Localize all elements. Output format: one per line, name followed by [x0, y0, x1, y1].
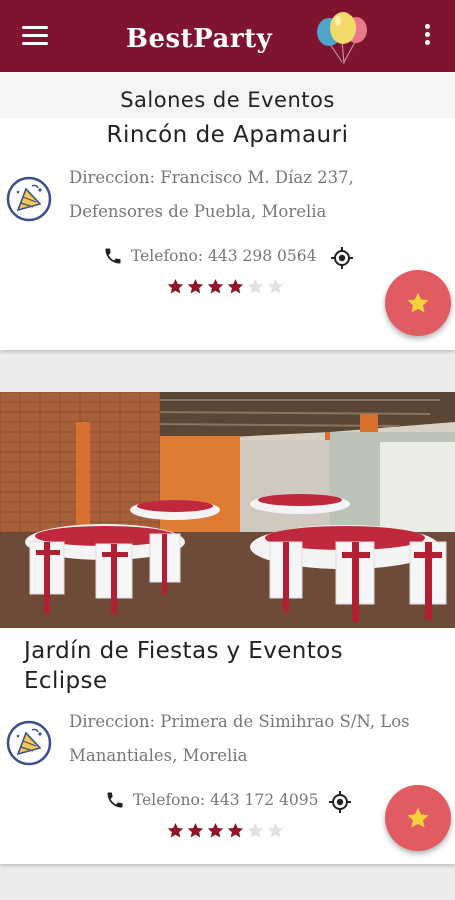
venue-name: Rincón de Apamauri [106, 122, 349, 148]
venue-phone: Telefono: 443 298 0564 [131, 247, 317, 265]
balloons-icon [317, 12, 367, 65]
venue-photo [0, 392, 455, 628]
star-filled-icon [167, 278, 184, 294]
star-filled-icon [187, 822, 204, 838]
star-filled-icon [207, 278, 224, 294]
star-empty-icon [247, 278, 264, 294]
phone-icon [105, 248, 121, 264]
star-filled-icon [187, 278, 204, 294]
venue-phone: Telefono: 443 172 4095 [133, 791, 319, 809]
page-title: Salones de Eventos [120, 88, 335, 112]
menu-icon[interactable] [22, 26, 48, 46]
favorite-button[interactable] [385, 785, 451, 851]
star-icon [407, 807, 429, 828]
star-empty-icon [267, 822, 284, 838]
phone-icon [107, 792, 123, 808]
app-title: BestParty [126, 24, 273, 54]
star-filled-icon [167, 822, 184, 838]
star-filled-icon [227, 822, 244, 838]
phone-row[interactable]: Telefono: 443 298 0564 [103, 246, 316, 266]
party-hall-icon [6, 176, 52, 222]
venue-address: Direccion: Primera de Simihrao S/N, Los … [69, 712, 410, 765]
venue-address: Direccion: Francisco M. Díaz 237, Defens… [69, 168, 354, 221]
star-filled-icon [227, 278, 244, 294]
more-vert-icon[interactable] [420, 24, 434, 50]
app-bar: BestParty [0, 0, 455, 72]
venue-card[interactable]: Jardín de Fiestas y Eventos Eclipse Dire… [0, 392, 455, 864]
star-icon [407, 292, 429, 313]
venue-name: Jardín de Fiestas y Eventos Eclipse [24, 638, 344, 694]
star-empty-icon [247, 822, 264, 838]
star-empty-icon [267, 278, 284, 294]
my-location-icon[interactable] [330, 246, 354, 270]
party-hall-icon [6, 720, 52, 766]
my-location-icon[interactable] [328, 790, 352, 814]
star-filled-icon [207, 822, 224, 838]
favorite-button[interactable] [385, 270, 451, 336]
phone-row[interactable]: Telefono: 443 172 4095 [105, 790, 318, 810]
rating-stars [166, 277, 286, 296]
venue-card[interactable]: Rincón de Apamauri Direccion: Francisco … [0, 118, 455, 350]
rating-stars [166, 821, 286, 840]
